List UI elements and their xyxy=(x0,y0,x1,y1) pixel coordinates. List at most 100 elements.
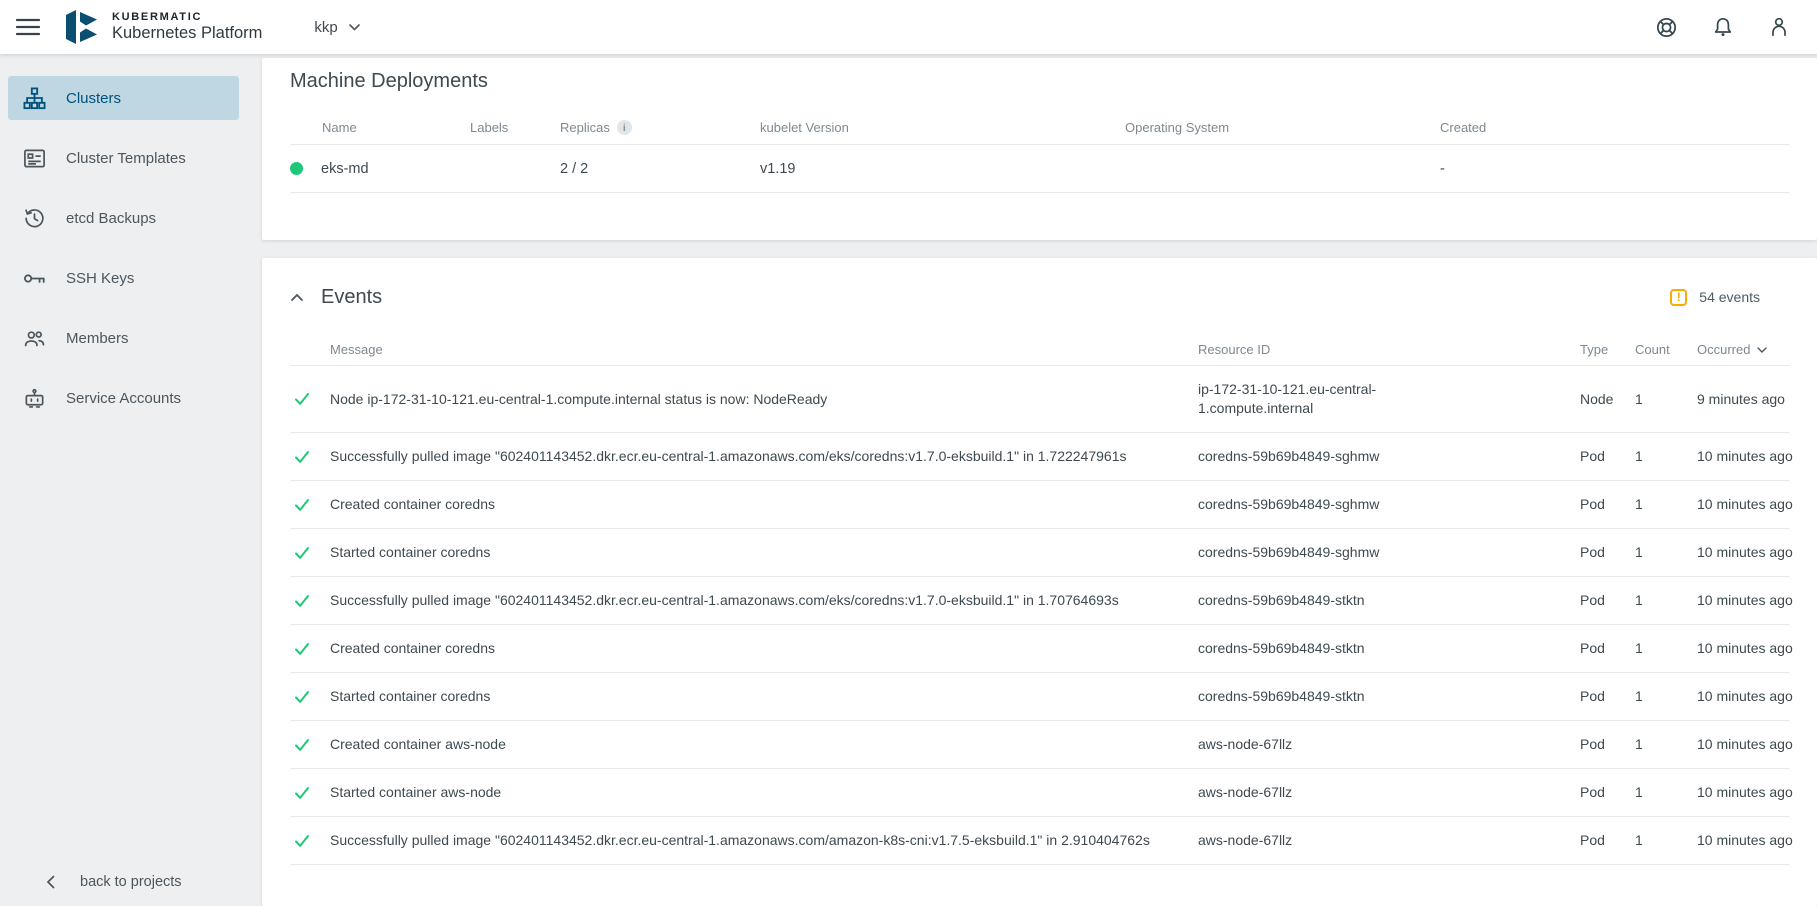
user-account-icon[interactable] xyxy=(1767,15,1791,39)
success-check-icon xyxy=(290,627,330,671)
column-header-message: Message xyxy=(330,342,1198,357)
event-row: Successfully pulled image "602401143452.… xyxy=(290,577,1790,625)
event-row: Node ip-172-31-10-121.eu-central-1.compu… xyxy=(290,366,1790,433)
event-occurred: 10 minutes ago xyxy=(1697,529,1793,576)
events-count-badge: ! 54 events xyxy=(1670,289,1760,306)
event-count: 1 xyxy=(1635,817,1697,864)
machine-deployments-card: Machine Deployments Name Labels Replicas… xyxy=(262,58,1817,240)
event-type: Pod xyxy=(1580,529,1635,576)
events-count-label: 54 events xyxy=(1699,289,1760,305)
info-icon[interactable]: i xyxy=(617,120,632,135)
success-check-icon xyxy=(290,723,330,767)
sidebar-item-clusters[interactable]: Clusters xyxy=(8,76,239,120)
topbar: KUBERMATIC Kubernetes Platform kkp xyxy=(0,0,1817,54)
event-resource-id: aws-node-67llz xyxy=(1198,721,1580,768)
event-message: Successfully pulled image "602401143452.… xyxy=(330,817,1198,864)
event-resource-id: ip-172-31-10-121.eu-central-1.compute.in… xyxy=(1198,366,1580,432)
event-count: 1 xyxy=(1635,673,1697,720)
sidebar-item-cluster-templates[interactable]: Cluster Templates xyxy=(8,136,239,180)
event-message: Created container coredns xyxy=(330,625,1198,672)
event-type: Pod xyxy=(1580,433,1635,480)
back-to-projects-link[interactable]: back to projects xyxy=(0,874,245,890)
notifications-bell-icon[interactable] xyxy=(1711,15,1735,39)
event-occurred: 10 minutes ago xyxy=(1697,721,1793,768)
event-type: Pod xyxy=(1580,577,1635,624)
warning-icon: ! xyxy=(1670,289,1687,306)
sidebar-item-label: etcd Backups xyxy=(66,210,156,227)
sidebar-item-label: Members xyxy=(66,330,129,347)
robot-icon xyxy=(22,387,46,410)
event-occurred: 9 minutes ago xyxy=(1697,376,1790,423)
event-message: Node ip-172-31-10-121.eu-central-1.compu… xyxy=(330,376,1198,423)
event-type: Pod xyxy=(1580,625,1635,672)
event-resource-id: coredns-59b69b4849-stktn xyxy=(1198,673,1580,720)
event-count: 1 xyxy=(1635,721,1697,768)
event-count: 1 xyxy=(1635,481,1697,528)
history-clock-icon xyxy=(22,207,46,230)
machine-deployment-name: eks-md xyxy=(321,161,369,177)
success-check-icon xyxy=(290,819,330,863)
sidebar-item-label: Service Accounts xyxy=(66,390,181,407)
key-icon xyxy=(22,267,46,290)
main-content: Machine Deployments Name Labels Replicas… xyxy=(245,54,1817,906)
success-check-icon xyxy=(290,483,330,527)
machine-deployment-kubelet-version: v1.19 xyxy=(760,161,1125,177)
back-to-projects-label: back to projects xyxy=(80,874,182,890)
event-occurred: 10 minutes ago xyxy=(1697,817,1793,864)
column-header-occurred[interactable]: Occurred xyxy=(1697,342,1790,357)
column-header-created: Created xyxy=(1440,120,1790,135)
members-people-icon xyxy=(22,327,46,350)
sidebar-item-ssh-keys[interactable]: SSH Keys xyxy=(8,256,239,300)
column-header-name: Name xyxy=(290,120,470,135)
status-dot-healthy xyxy=(290,162,303,175)
column-header-kubelet-version: kubelet Version xyxy=(760,120,1125,135)
topbar-icons xyxy=(1654,15,1791,40)
menu-hamburger-icon[interactable] xyxy=(16,18,40,36)
event-occurred: 10 minutes ago xyxy=(1697,433,1793,480)
events-header: Events ! 54 events xyxy=(290,282,1790,312)
event-row: Started container aws-node aws-node-67ll… xyxy=(290,769,1790,817)
events-table-header: Message Resource ID Type Count Occurred xyxy=(290,334,1790,366)
event-row: Created container coredns coredns-59b69b… xyxy=(290,625,1790,673)
event-resource-id: aws-node-67llz xyxy=(1198,817,1580,864)
collapse-chevron-up-icon[interactable] xyxy=(290,293,304,302)
sidebar-item-members[interactable]: Members xyxy=(8,316,239,360)
sidebar-item-service-accounts[interactable]: Service Accounts xyxy=(8,376,239,420)
event-type: Pod xyxy=(1580,721,1635,768)
column-header-count: Count xyxy=(1635,342,1697,357)
machine-deployment-row[interactable]: eks-md 2 / 2 v1.19 - xyxy=(290,145,1790,193)
event-row: Created container aws-node aws-node-67ll… xyxy=(290,721,1790,769)
sidebar-item-label: Clusters xyxy=(66,90,121,107)
events-table-body: Node ip-172-31-10-121.eu-central-1.compu… xyxy=(290,366,1790,865)
event-occurred: 10 minutes ago xyxy=(1697,577,1793,624)
event-message: Started container coredns xyxy=(330,673,1198,720)
project-selector-label: kkp xyxy=(314,19,337,36)
kubermatic-logo-icon xyxy=(62,8,100,46)
sidebar: Clusters Cluster Templates etcd Backup xyxy=(0,54,245,906)
event-occurred: 10 minutes ago xyxy=(1697,769,1793,816)
success-check-icon xyxy=(290,675,330,719)
success-check-icon xyxy=(290,579,330,623)
column-header-replicas: Replicas i xyxy=(560,120,760,135)
column-header-operating-system: Operating System xyxy=(1125,120,1440,135)
event-count: 1 xyxy=(1635,376,1697,423)
event-resource-id: coredns-59b69b4849-stktn xyxy=(1198,577,1580,624)
clusters-icon xyxy=(22,87,46,110)
chevron-down-icon xyxy=(349,24,360,31)
event-row: Successfully pulled image "602401143452.… xyxy=(290,433,1790,481)
event-row: Created container coredns coredns-59b69b… xyxy=(290,481,1790,529)
success-check-icon xyxy=(290,377,330,421)
event-resource-id: coredns-59b69b4849-sghmw xyxy=(1198,529,1580,576)
event-type: Pod xyxy=(1580,769,1635,816)
event-resource-id: aws-node-67llz xyxy=(1198,769,1580,816)
project-selector[interactable]: kkp xyxy=(314,19,359,36)
help-lifebuoy-icon[interactable] xyxy=(1654,15,1679,40)
event-row: Successfully pulled image "602401143452.… xyxy=(290,817,1790,865)
chevron-left-icon xyxy=(46,875,55,889)
sidebar-item-etcd-backups[interactable]: etcd Backups xyxy=(8,196,239,240)
cluster-templates-icon xyxy=(22,147,46,170)
sort-chevron-down-icon xyxy=(1757,347,1767,353)
column-header-resource-id: Resource ID xyxy=(1198,342,1580,357)
success-check-icon xyxy=(290,435,330,479)
event-resource-id: coredns-59b69b4849-stktn xyxy=(1198,625,1580,672)
